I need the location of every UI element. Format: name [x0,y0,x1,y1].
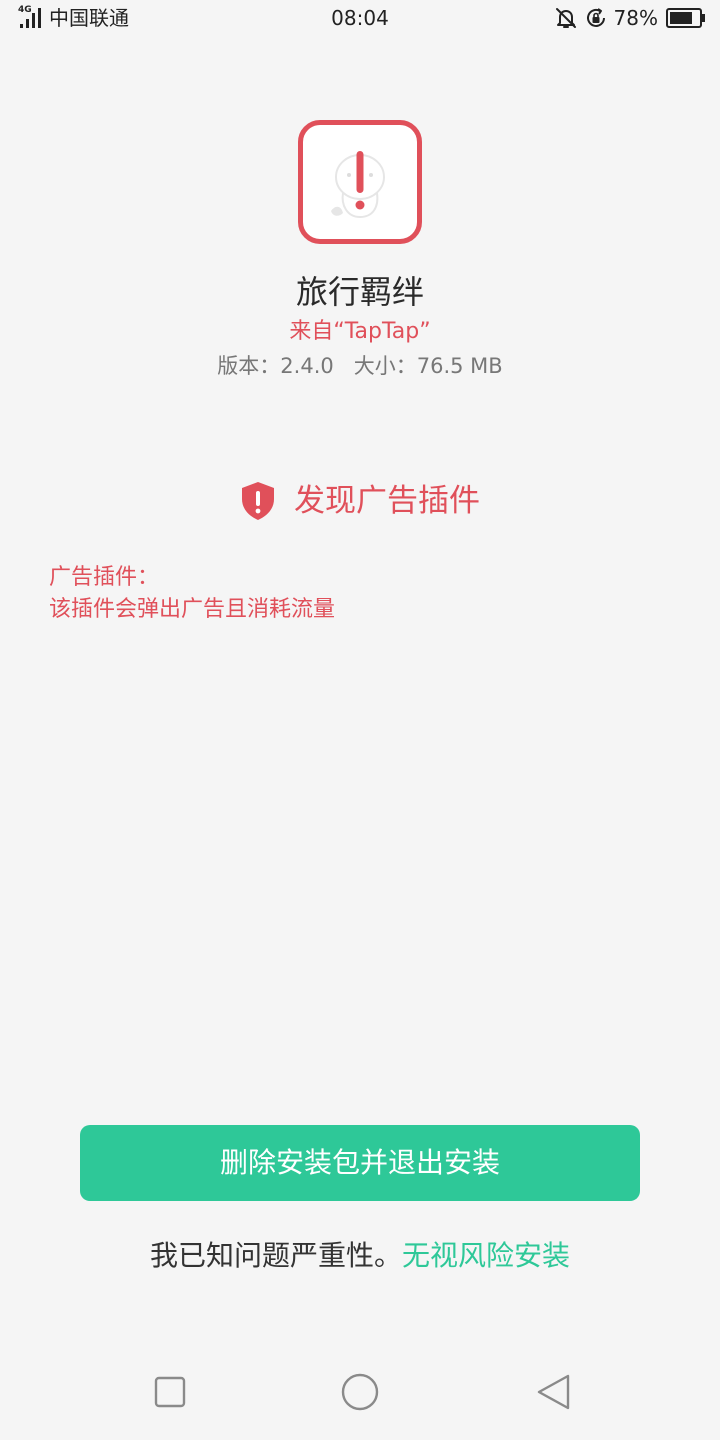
recent-apps-button[interactable] [142,1368,198,1416]
battery-percent: 78% [613,6,658,30]
mute-bell-icon [555,8,576,28]
warning-title: 发现广告插件 [294,483,480,519]
plugin-label: 广告插件： [49,565,160,590]
battery-icon [666,8,705,28]
status-right: 78% [554,5,706,31]
risk-notice-text: 我已知问题严重性。 [149,1239,402,1272]
shield-alert-icon [242,482,274,520]
install-warning-screen: 4G 中国联通 08:04 78% 旅行羁绊 来自“TapTap” 版本：2.4… [0,0,720,1440]
app-source: 来自“TapTap” [289,319,431,344]
app-meta: 版本：2.4.0 大小：76.5 MB [0,351,720,381]
rotation-lock-icon [586,8,605,27]
app-warning-icon [331,151,385,219]
delete-and-exit-button[interactable]: 删除安装包并退出安装 [80,1125,640,1201]
recent-apps-icon [154,1376,186,1408]
warning-header: 发现广告插件 [0,478,720,524]
status-bar: 4G 中国联通 08:04 78% [0,0,720,38]
ignore-risk-install-link[interactable]: 无视风险安装 [402,1239,570,1272]
plugin-description: 该插件会弹出广告且消耗流量 [49,597,336,622]
app-size: 大小：76.5 MB [353,354,503,378]
ignore-risk-row: 我已知问题严重性。无视风险安装 [0,1234,720,1278]
home-icon [341,1373,379,1411]
plugin-info: 广告插件： 该插件会弹出广告且消耗流量 [49,562,669,626]
app-icon [298,120,422,244]
app-version: 版本：2.4.0 [217,354,334,378]
navigation-bar [0,1350,720,1440]
back-button[interactable] [526,1368,582,1416]
home-button[interactable] [332,1368,388,1416]
app-name: 旅行羁绊 [295,273,424,311]
back-icon [537,1374,570,1410]
